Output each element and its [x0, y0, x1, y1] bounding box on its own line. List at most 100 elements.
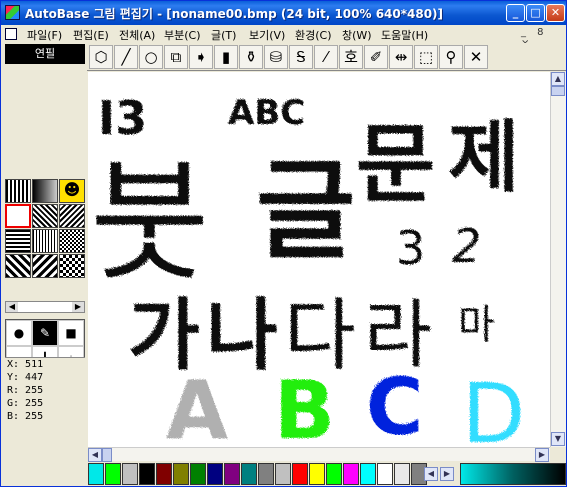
eraser-3d-icon[interactable]: ⬡ — [89, 45, 113, 69]
palette-swatch[interactable] — [173, 463, 189, 485]
fill-arrow-icon[interactable]: ➧ — [189, 45, 213, 69]
drawing-canvas[interactable]: I3 ABC 문 제 붓 글 3 2 가 나 다 라 마 A B C D — [88, 72, 550, 447]
palette-swatch[interactable] — [105, 463, 121, 485]
palette-swatch[interactable] — [292, 463, 308, 485]
pattern-swatch[interactable] — [32, 204, 58, 228]
horizontal-scrollbar[interactable]: ◀ ▶ — [88, 447, 550, 462]
menu-help[interactable]: 도움말(H) — [381, 27, 428, 43]
scroll-left-icon[interactable]: ◀ — [6, 302, 18, 312]
palette-nav: ◀ ▶ — [424, 463, 458, 485]
bucket-icon[interactable]: ⛁ — [264, 45, 288, 69]
app-icon[interactable] — [5, 5, 20, 20]
menu-view[interactable]: 보기(V) — [249, 27, 285, 43]
scroll-right-icon[interactable]: ▶ — [72, 302, 84, 312]
palette-swatch[interactable] — [258, 463, 274, 485]
pattern-swatch[interactable] — [5, 254, 31, 278]
pattern-swatch[interactable] — [5, 229, 31, 253]
menu-all[interactable]: 전체(A) — [119, 27, 155, 43]
pattern-swatch[interactable] — [32, 229, 58, 253]
palette-swatch[interactable] — [309, 463, 325, 485]
palette-swatch[interactable] — [224, 463, 240, 485]
palette-swatch[interactable] — [326, 463, 342, 485]
pattern-swatch-selected[interactable] — [5, 204, 31, 228]
ellipse-icon[interactable]: ○ — [139, 45, 163, 69]
drawing-mun: 문 — [356, 115, 435, 215]
toolbar: ⬡ ╱ ○ ⧉ ➧ ▮ ⚱ ⛁ Ꭶ ⁄ 호 ✐ ⇹ ⬚ ⚲ ✕ — [87, 43, 566, 71]
vertical-scrollbar[interactable]: ▲ ▼ — [550, 72, 566, 447]
text-icon[interactable]: 호 — [339, 45, 363, 69]
rectangle-icon[interactable]: ⧉ — [164, 45, 188, 69]
palette-swatch[interactable] — [122, 463, 138, 485]
menu-environment[interactable]: 환경(C) — [295, 27, 332, 43]
scroll-down-icon[interactable]: ▼ — [551, 432, 565, 446]
palette-swatch[interactable] — [139, 463, 155, 485]
drawing-3: 3 — [396, 221, 425, 275]
palette-swatch[interactable] — [207, 463, 223, 485]
drawing-d-cyan: D — [462, 367, 525, 447]
canvas-drawing: I3 ABC 문 제 붓 글 3 2 가 나 다 라 마 A B C D — [90, 91, 525, 447]
scroll-right-icon[interactable]: ▶ — [535, 448, 549, 462]
drawing-2: 2 — [452, 219, 481, 273]
palette-swatch[interactable] — [88, 463, 104, 485]
brush-square-icon[interactable]: ■ — [58, 320, 84, 346]
pattern-scrollbar[interactable]: ◀ ▶ — [5, 301, 85, 313]
resize-icon[interactable]: ⇹ — [389, 45, 413, 69]
drawing-geul: 글 — [256, 149, 355, 274]
drawing-ma: 마 — [458, 302, 495, 348]
drawing-but: 붓 — [90, 147, 210, 299]
pattern-swatch[interactable] — [59, 229, 85, 253]
menu-window[interactable]: 창(W) — [342, 27, 372, 43]
pattern-swatch[interactable] — [5, 179, 31, 203]
palette-swatch[interactable] — [394, 463, 410, 485]
selection-icon[interactable]: ⬚ — [414, 45, 438, 69]
palette-swatch[interactable] — [241, 463, 257, 485]
maximize-button[interactable]: □ — [526, 4, 545, 22]
title-bar[interactable]: AutoBase 그림 편집기 - [noname00.bmp (24 bit,… — [1, 1, 566, 25]
drawing-c-blue: C — [366, 363, 423, 447]
palette-swatch[interactable] — [377, 463, 393, 485]
drawing-abc: ABC — [228, 93, 305, 133]
scroll-thumb[interactable] — [551, 86, 565, 96]
pattern-swatch[interactable] — [59, 204, 85, 228]
color-g: G: 255 — [7, 398, 44, 409]
document-icon[interactable] — [5, 28, 17, 40]
scroll-up-icon[interactable]: ▲ — [551, 72, 565, 86]
line-icon[interactable]: ╱ — [114, 45, 138, 69]
menu-text[interactable]: 글(T) — [211, 27, 236, 43]
scroll-left-icon[interactable]: ◀ — [88, 448, 102, 462]
pattern-swatch[interactable] — [59, 254, 85, 278]
palette-swatch[interactable] — [343, 463, 359, 485]
brush-pen-icon[interactable]: ✎ — [32, 320, 58, 346]
menu-edit[interactable]: 편집(E) — [73, 27, 109, 43]
palette-next-icon[interactable]: ▶ — [440, 467, 454, 481]
app-window: AutoBase 그림 편집기 - [noname00.bmp (24 bit,… — [0, 0, 567, 487]
color-r: R: 255 — [7, 385, 44, 396]
menu-bar: 파일(F) 편집(E) 전체(A) 부분(C) 글(T) 보기(V) 환경(C)… — [1, 25, 566, 49]
close-button[interactable]: ✕ — [546, 4, 565, 22]
palette-gradient[interactable] — [460, 463, 566, 485]
pattern-grid: ☻ — [5, 179, 85, 299]
curve-icon[interactable]: Ꭶ — [289, 45, 313, 69]
spray-icon[interactable]: ⚱ — [239, 45, 263, 69]
scroll-thumb[interactable] — [102, 448, 112, 462]
cancel-icon[interactable]: ✕ — [464, 45, 488, 69]
pattern-swatch[interactable] — [32, 254, 58, 278]
character-sticker-icon[interactable]: ☻ — [59, 179, 85, 203]
drawing-b-green: B — [274, 364, 335, 447]
palette-swatch[interactable] — [190, 463, 206, 485]
palette-prev-icon[interactable]: ◀ — [424, 467, 438, 481]
palette-swatch[interactable] — [275, 463, 291, 485]
current-tool-label: 연필 — [5, 44, 85, 64]
magnifier-icon[interactable]: ⚲ — [439, 45, 463, 69]
brush-dot-icon[interactable]: ● — [6, 320, 32, 346]
pattern-swatch[interactable] — [32, 179, 58, 203]
coordinate-readout: X: 511 Y: 447 R: 255 G: 255 B: 255 — [5, 357, 85, 449]
eyedropper-icon[interactable]: ⁄ — [314, 45, 338, 69]
paint-bottle-icon[interactable]: ▮ — [214, 45, 238, 69]
menu-part[interactable]: 부분(C) — [164, 27, 201, 43]
menu-file[interactable]: 파일(F) — [27, 27, 62, 43]
palette-swatch[interactable] — [156, 463, 172, 485]
palette-swatch[interactable] — [360, 463, 376, 485]
minimize-button[interactable]: _ — [506, 4, 525, 22]
brush-icon[interactable]: ✐ — [364, 45, 388, 69]
